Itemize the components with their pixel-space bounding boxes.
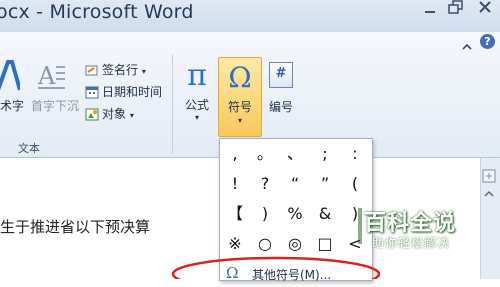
minimize-icon[interactable] (419, 0, 441, 20)
date-time-button[interactable]: 日期和时间 (85, 83, 162, 100)
chevron-up-icon[interactable] (462, 36, 472, 55)
document-text: 生于推进省以下预决算 (0, 218, 151, 236)
symbol-cell[interactable]: : (340, 139, 370, 168)
dropdown-arrow-icon: ▾ (237, 116, 242, 125)
symbol-cell[interactable]: ! (220, 169, 250, 198)
signature-line-button[interactable]: 签名行 ▾ (85, 61, 146, 78)
watermark-subtitle: 助你轻松解决 (372, 236, 451, 250)
dropdown-arrow-icon: ▾ (141, 67, 146, 76)
symbol-cell[interactable]: ( (340, 169, 370, 198)
signature-line-label: 签名行 (102, 63, 139, 77)
help-icon[interactable]: ? (480, 34, 495, 49)
equation-label: 公式 (184, 98, 209, 112)
symbol-cell[interactable]: ) (250, 199, 280, 228)
symbol-button[interactable]: Ω 符号 ▾ (218, 57, 262, 137)
drop-cap-icon[interactable]: A (36, 60, 66, 92)
restore-icon[interactable] (445, 0, 467, 20)
symbol-label: 符号 (227, 100, 252, 114)
omega-icon: Ω (228, 61, 252, 94)
window-title: ocx - Microsoft Word (0, 1, 194, 23)
ruler-toggle-icon[interactable] (482, 168, 496, 183)
text-group-label: 文本 (18, 142, 40, 155)
pi-icon: π (187, 58, 207, 93)
group-separator (172, 54, 173, 154)
object-label: 对象 (102, 107, 127, 121)
symbol-cell[interactable]: ? (250, 169, 280, 198)
symbol-cell[interactable]: ” (310, 169, 340, 198)
symbol-cell[interactable]: “ (280, 169, 310, 198)
highlight-annotation (170, 254, 382, 287)
equation-button[interactable]: π 公式 ▾ (180, 60, 214, 123)
symbol-cell[interactable]: 。 (250, 139, 280, 168)
symbol-cell[interactable]: , (220, 139, 250, 168)
calendar-icon (85, 86, 99, 99)
scroll-up-icon[interactable] (482, 186, 496, 200)
wordart-icon[interactable] (0, 60, 22, 92)
watermark-title: 百科全说 (364, 211, 457, 236)
signature-icon (85, 64, 99, 77)
number-label: 编号 (268, 100, 293, 114)
symbol-cell[interactable]: ; (310, 139, 340, 168)
svg-text:A: A (37, 62, 56, 90)
wordart-button[interactable]: 术字 (0, 97, 24, 114)
object-icon (85, 108, 99, 121)
date-time-label: 日期和时间 (102, 85, 163, 99)
number-icon: # (269, 62, 293, 88)
drop-cap-button[interactable]: 首字下沉 (31, 97, 79, 114)
symbol-cell[interactable]: & (310, 199, 340, 228)
dropdown-arrow-icon: ▾ (129, 111, 134, 120)
dropdown-arrow-icon: ▾ (194, 113, 199, 122)
close-icon[interactable] (474, 0, 496, 20)
symbol-cell[interactable]: % (280, 199, 310, 228)
symbol-cell[interactable]: 【 (220, 199, 250, 228)
number-button[interactable]: # 编号 (264, 60, 298, 115)
object-button[interactable]: 对象 ▾ (85, 105, 134, 122)
symbol-cell[interactable]: 、 (280, 139, 310, 168)
